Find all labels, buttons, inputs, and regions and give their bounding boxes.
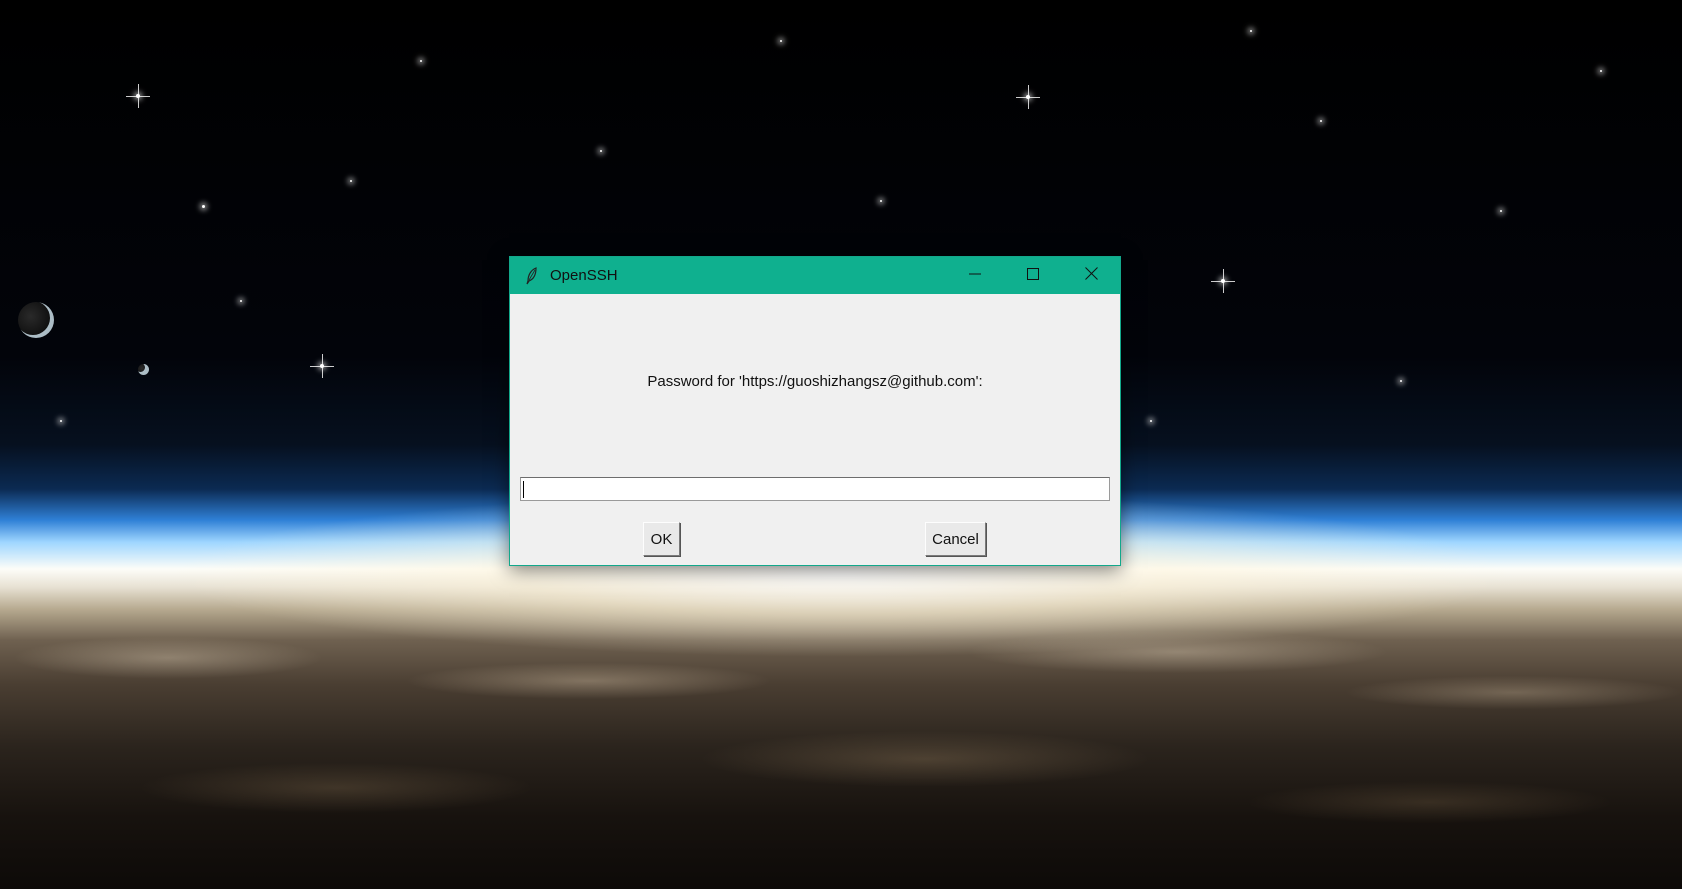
minimize-button[interactable] (946, 257, 1004, 294)
moon (138, 364, 149, 375)
star (420, 60, 422, 62)
cloud-layer (0, 600, 1682, 889)
password-input[interactable] (520, 477, 1110, 501)
openssh-dialog: OpenSSH Password for 'https://guoshizhan… (509, 256, 1121, 566)
title-bar[interactable]: OpenSSH (510, 257, 1120, 294)
star (600, 150, 602, 152)
star (1500, 210, 1502, 212)
moon (18, 302, 54, 338)
star (1600, 70, 1602, 72)
desktop-wallpaper: OpenSSH Password for 'https://guoshizhan… (0, 0, 1682, 889)
star (1320, 120, 1322, 122)
star (1150, 420, 1152, 422)
star (350, 180, 352, 182)
close-icon (1084, 266, 1098, 285)
star (240, 300, 242, 302)
maximize-button[interactable] (1004, 257, 1062, 294)
minimize-icon (969, 267, 981, 285)
star (310, 354, 334, 378)
star (1211, 269, 1235, 293)
text-caret (523, 481, 524, 498)
feather-icon (522, 266, 542, 286)
ok-button[interactable]: OK (643, 522, 680, 556)
star (880, 200, 882, 202)
star (780, 40, 782, 42)
star (202, 205, 205, 208)
cancel-button[interactable]: Cancel (925, 522, 986, 556)
star (1400, 380, 1402, 382)
window-title: OpenSSH (550, 267, 618, 284)
star (1016, 85, 1040, 109)
maximize-icon (1027, 267, 1039, 285)
star (126, 84, 150, 108)
star (60, 420, 62, 422)
star (1250, 30, 1252, 32)
password-prompt-label: Password for 'https://guoshizhangsz@gith… (647, 373, 983, 390)
close-button[interactable] (1062, 257, 1120, 294)
